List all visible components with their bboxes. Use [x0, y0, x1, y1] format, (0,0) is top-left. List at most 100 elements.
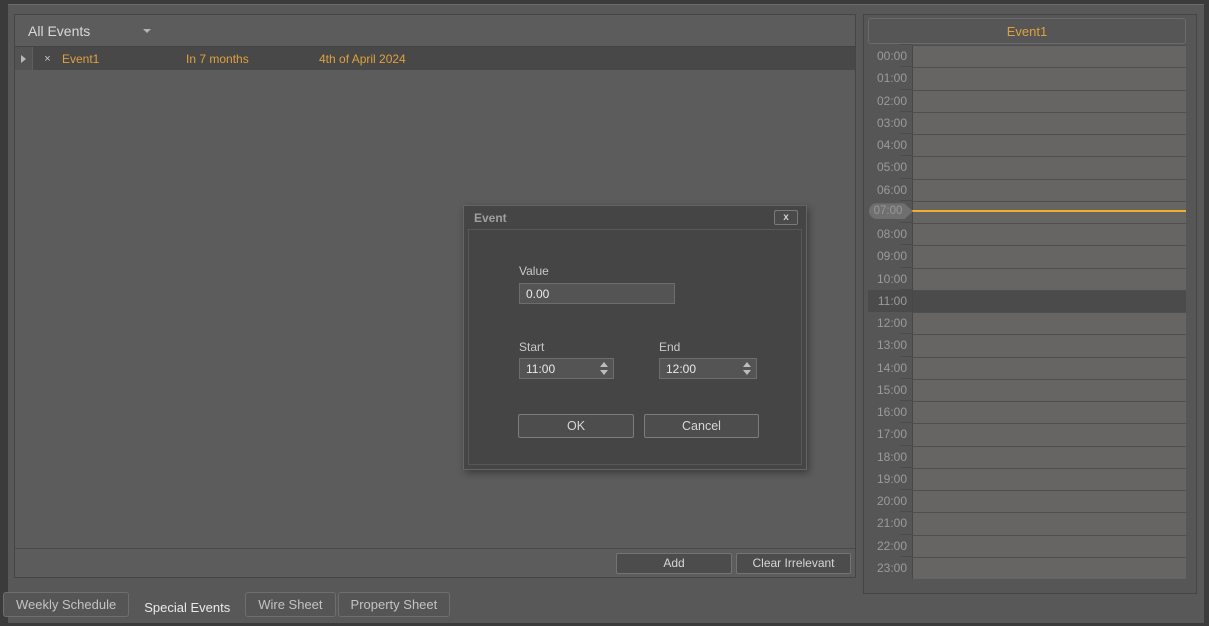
tab-label: Wire Sheet: [258, 597, 322, 612]
delete-event-button[interactable]: ×: [33, 47, 62, 70]
hour-row: 03:00: [868, 112, 1186, 134]
hour-cell[interactable]: [912, 379, 1186, 401]
hour-label: 08:00: [868, 223, 912, 245]
hour-row: 15:00: [868, 379, 1186, 401]
hour-row: 19:00: [868, 468, 1186, 490]
start-spin-arrows: [600, 362, 608, 375]
hour-row: 00:00: [868, 45, 1186, 67]
hour-cell[interactable]: [912, 557, 1186, 579]
hour-cell[interactable]: [912, 512, 1186, 534]
end-spin-arrows: [743, 362, 751, 375]
hour-label: 09:00: [868, 245, 912, 267]
hour-label: 14:00: [868, 357, 912, 379]
hour-row: 21:00: [868, 512, 1186, 534]
hour-cell[interactable]: [912, 401, 1186, 423]
spinner-down-icon[interactable]: [743, 370, 751, 375]
spinner-down-icon[interactable]: [600, 370, 608, 375]
ok-button[interactable]: OK: [518, 414, 634, 438]
event-name: Event1: [62, 47, 186, 70]
tab-wire-sheet[interactable]: Wire Sheet: [245, 592, 335, 617]
hour-row: 02:00: [868, 90, 1186, 112]
day-schedule-title: Event1: [868, 18, 1186, 44]
chevron-down-icon[interactable]: [143, 29, 151, 33]
close-icon: x: [783, 213, 789, 223]
hour-label: 17:00: [868, 423, 912, 445]
hour-cell[interactable]: [912, 223, 1186, 245]
hour-row: 11:00: [868, 290, 1186, 312]
value-input-text: 0.00: [526, 287, 549, 301]
hour-cell[interactable]: [912, 446, 1186, 468]
hour-cell[interactable]: [912, 334, 1186, 356]
hour-cell[interactable]: [912, 535, 1186, 557]
hour-cell[interactable]: [912, 357, 1186, 379]
hour-cell[interactable]: [912, 156, 1186, 178]
hour-cell[interactable]: [912, 134, 1186, 156]
tab-label: Weekly Schedule: [16, 597, 116, 612]
spinner-up-icon[interactable]: [600, 362, 608, 367]
hour-row: 09:00: [868, 245, 1186, 267]
hour-cell[interactable]: [912, 468, 1186, 490]
start-time-spinner[interactable]: 11:00: [519, 358, 614, 379]
events-filter-bar: All Events: [15, 15, 855, 46]
cancel-button[interactable]: Cancel: [644, 414, 759, 438]
dialog-titlebar[interactable]: Event x: [464, 206, 806, 229]
time-marker-line[interactable]: [908, 210, 1186, 212]
event-summary: In 7 months: [186, 47, 319, 70]
end-label: End: [659, 340, 680, 354]
hour-cell[interactable]: [912, 290, 1186, 312]
dialog-close-button[interactable]: x: [774, 210, 798, 225]
close-icon: ×: [44, 53, 50, 65]
tab-label: Property Sheet: [351, 597, 438, 612]
hour-cell[interactable]: [912, 179, 1186, 201]
value-input[interactable]: 0.00: [519, 283, 675, 304]
dialog-body: Value 0.00 Start 11:00 End 12:00 OK Canc…: [468, 229, 802, 465]
hour-row: 20:00: [868, 490, 1186, 512]
time-marker-tag[interactable]: 07:00: [869, 203, 913, 219]
dialog-title: Event: [474, 211, 774, 225]
hour-cell[interactable]: [912, 67, 1186, 89]
hour-row: 01:00: [868, 67, 1186, 89]
hour-label: 11:00: [868, 290, 912, 312]
row-expander[interactable]: [15, 47, 33, 70]
hour-row: 23:00: [868, 557, 1186, 579]
hour-label: 03:00: [868, 112, 912, 134]
day-schedule-panel: Event1 07:00 00:00 01:00 02:00 03:00: [863, 14, 1197, 594]
add-button[interactable]: Add: [616, 553, 732, 574]
chevron-right-icon: [21, 55, 26, 63]
value-label: Value: [519, 264, 549, 278]
events-filter-dropdown[interactable]: All Events: [15, 15, 90, 46]
hour-cell[interactable]: [912, 112, 1186, 134]
events-panel-toolbar: Add Clear Irrelevant: [15, 548, 855, 577]
hour-row: 18:00: [868, 446, 1186, 468]
hour-label: 21:00: [868, 512, 912, 534]
hour-label: 18:00: [868, 446, 912, 468]
hour-label: 06:00: [868, 179, 912, 201]
tab-weekly-schedule[interactable]: Weekly Schedule: [3, 592, 129, 617]
hour-row: 08:00: [868, 223, 1186, 245]
hour-label: 04:00: [868, 134, 912, 156]
hour-label: 02:00: [868, 90, 912, 112]
day-grid: 07:00 00:00 01:00 02:00 03:00 04:: [868, 45, 1186, 579]
hour-row: 05:00: [868, 156, 1186, 178]
hour-cell[interactable]: [912, 423, 1186, 445]
time-marker-label: 07:00: [874, 205, 903, 217]
hour-cell[interactable]: [912, 312, 1186, 334]
spinner-up-icon[interactable]: [743, 362, 751, 367]
event-row[interactable]: × Event1 In 7 months 4th of April 2024: [15, 46, 855, 70]
hour-row: 04:00: [868, 134, 1186, 156]
clear-irrelevant-button[interactable]: Clear Irrelevant: [736, 553, 851, 574]
event-date: 4th of April 2024: [319, 47, 855, 70]
hour-cell[interactable]: [912, 45, 1186, 67]
hour-row: 17:00: [868, 423, 1186, 445]
tab-special-events[interactable]: Special Events: [131, 592, 243, 622]
hour-cell[interactable]: [912, 490, 1186, 512]
hour-cell[interactable]: [912, 245, 1186, 267]
tab-property-sheet[interactable]: Property Sheet: [338, 592, 451, 617]
hour-label: 22:00: [868, 535, 912, 557]
start-label: Start: [519, 340, 544, 354]
hour-cell[interactable]: [912, 268, 1186, 290]
end-time-spinner[interactable]: 12:00: [659, 358, 757, 379]
hour-cell[interactable]: [912, 90, 1186, 112]
tab-label: Special Events: [144, 600, 230, 615]
hour-row: 13:00: [868, 334, 1186, 356]
